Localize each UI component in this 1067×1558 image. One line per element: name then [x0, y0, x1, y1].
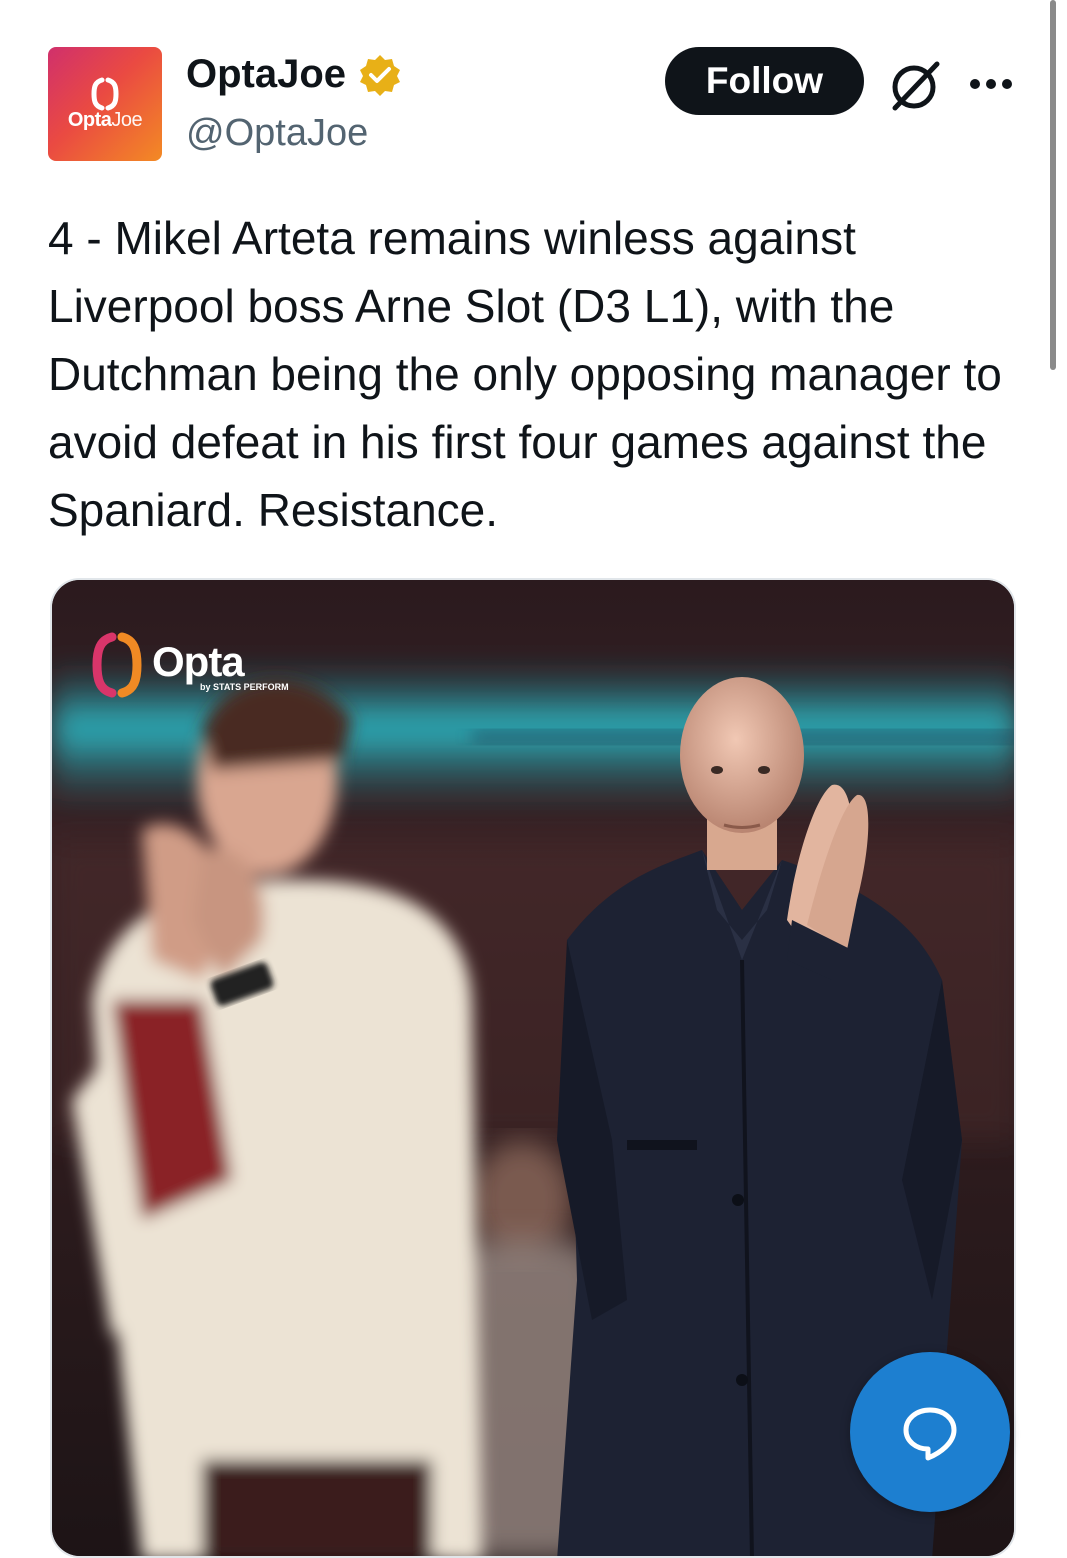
follow-button[interactable]: Follow: [665, 47, 864, 115]
author-handle[interactable]: @OptaJoe: [186, 112, 368, 155]
tweet-text: 4 - Mikel Arteta remains winless against…: [48, 212, 1002, 536]
author-name-row: OptaJoe: [186, 52, 402, 97]
verified-badge-icon: [360, 54, 401, 96]
more-icon[interactable]: [968, 72, 1014, 96]
opta-logo-icon: [92, 632, 142, 698]
scrollbar[interactable]: [1050, 0, 1056, 370]
reply-button[interactable]: [850, 1352, 1010, 1512]
avatar-brand-text: OptaJoe: [67, 109, 143, 131]
avatar[interactable]: OptaJoe: [48, 47, 162, 161]
opta-watermark: Opta by STATS PERFORM: [92, 632, 289, 698]
grok-icon[interactable]: [885, 56, 943, 114]
reply-icon: [903, 1407, 957, 1461]
display-name[interactable]: OptaJoe: [186, 52, 346, 97]
opta-logo-subtext: by STATS PERFORM: [200, 682, 289, 692]
opta-logo-text: Opta: [152, 638, 245, 685]
opta-mark-icon: [91, 77, 119, 111]
